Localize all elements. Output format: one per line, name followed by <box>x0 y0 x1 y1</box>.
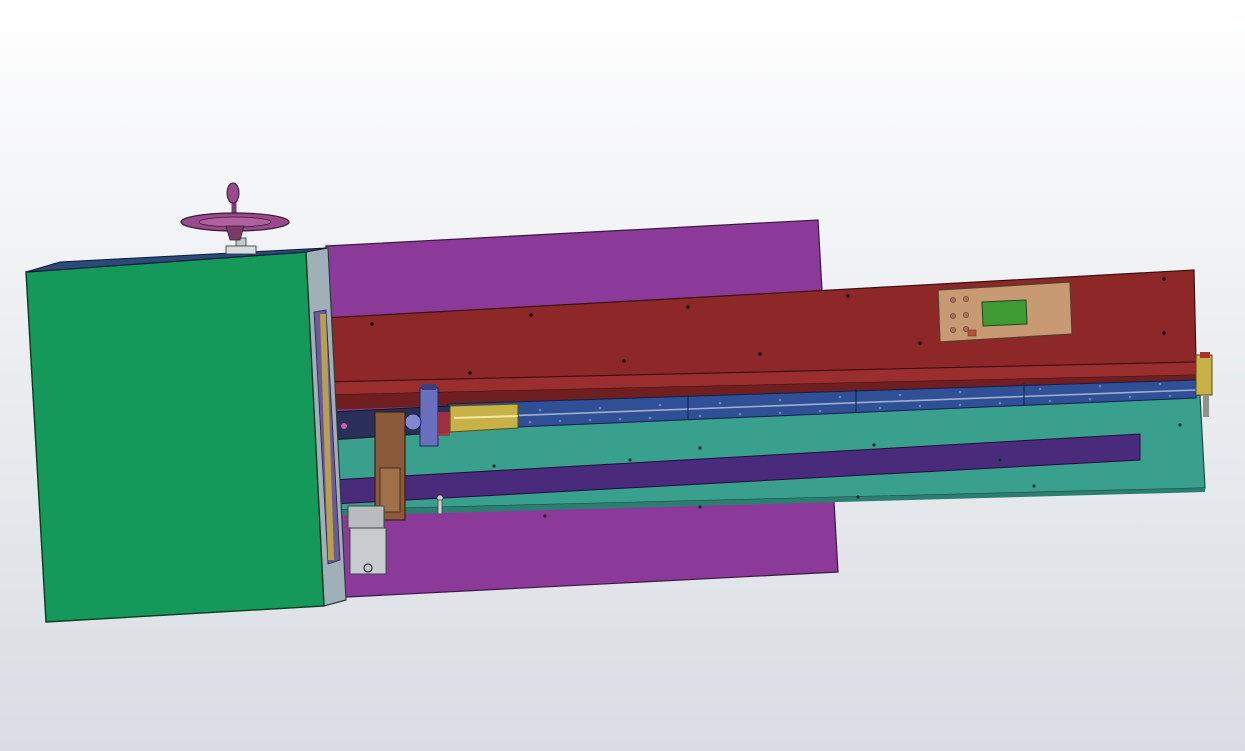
bracket-slot <box>379 467 401 513</box>
machine-3d-model[interactable] <box>0 0 1245 751</box>
end-stop-screw <box>1203 395 1209 417</box>
clamp-block[interactable] <box>419 387 439 447</box>
lcd-display[interactable] <box>981 299 1028 327</box>
clamp-pad <box>438 412 450 436</box>
adjust-screw[interactable] <box>436 494 444 515</box>
motor-housing[interactable] <box>347 505 385 529</box>
end-stop-sensor <box>1200 352 1210 358</box>
clamp-cap <box>422 384 436 390</box>
clamp-knob[interactable] <box>404 413 422 431</box>
motor-body[interactable] <box>349 527 387 575</box>
handwheel-icon[interactable] <box>180 182 290 255</box>
green-enclosure[interactable] <box>25 251 325 623</box>
shaft-end-cap <box>341 423 347 429</box>
end-stop[interactable] <box>1195 354 1213 396</box>
cad-viewport[interactable] <box>0 0 1245 751</box>
